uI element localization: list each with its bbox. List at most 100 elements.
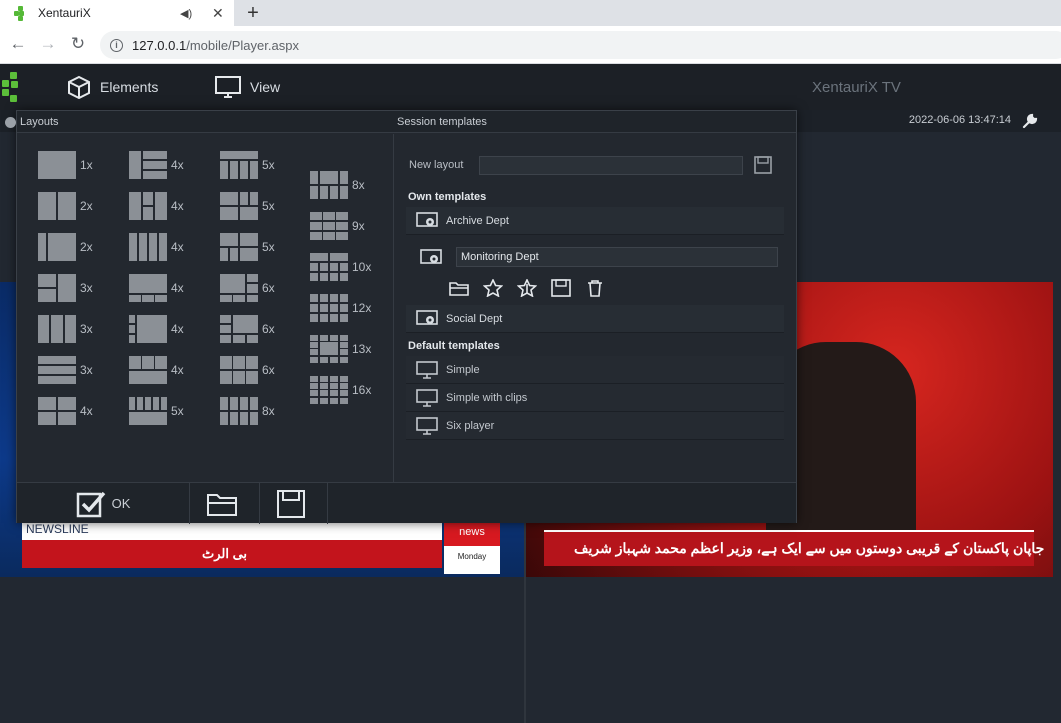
star-icon[interactable] — [476, 279, 510, 297]
layout-label: 2x — [80, 240, 93, 254]
url-host: 127.0.0.1 — [132, 37, 187, 53]
new-tab-button[interactable]: + — [243, 2, 263, 24]
forward-arrow-icon[interactable]: → — [38, 34, 58, 54]
layout-1x-icon — [38, 151, 76, 179]
layout-4x-icon — [129, 192, 167, 220]
layout-3x-icon — [38, 315, 76, 343]
layout-10x[interactable]: 10x — [310, 253, 371, 281]
layout-4x-e[interactable]: 4x — [129, 274, 184, 302]
layout-12x-icon — [310, 294, 348, 322]
layout-5x-c[interactable]: 5x — [220, 192, 275, 220]
layout-label: 8x — [262, 404, 275, 418]
app-favicon-icon — [14, 6, 28, 21]
layout-16x[interactable]: 16x — [310, 376, 371, 404]
layout-label: 5x — [262, 158, 275, 172]
elements-menu[interactable]: Elements — [66, 74, 158, 100]
layout-6x-b[interactable]: 6x — [220, 315, 275, 343]
layout-8x-b[interactable]: 8x — [310, 171, 365, 199]
layout-6x-a[interactable]: 6x — [220, 274, 275, 302]
layout-4x-icon — [129, 356, 167, 384]
view-menu[interactable]: View — [214, 74, 280, 100]
layout-label: 4x — [171, 240, 184, 254]
save-icon — [276, 489, 305, 518]
save-icon[interactable] — [544, 279, 578, 297]
layout-3x-b[interactable]: 3x — [38, 315, 93, 343]
template-archive-dept[interactable]: Archive Dept — [406, 207, 784, 235]
template-label: Simple with clips — [446, 391, 528, 404]
back-arrow-icon[interactable]: ← — [8, 34, 28, 54]
open-folder-icon — [206, 493, 237, 516]
layout-label: 4x — [171, 281, 184, 295]
ticker-label: NEWSLINE — [26, 522, 89, 536]
layout-8x-a[interactable]: 8x — [220, 397, 275, 425]
layout-label: 5x — [262, 199, 275, 213]
close-icon[interactable]: ✕ — [212, 5, 226, 22]
speaker-icon[interactable]: ◀) — [180, 7, 194, 20]
layout-13x[interactable]: 13x — [310, 335, 371, 363]
layout-4x-d[interactable]: 4x — [129, 233, 184, 261]
open-folder-icon[interactable] — [442, 279, 476, 297]
layout-12x[interactable]: 12x — [310, 294, 371, 322]
layout-label: 4x — [171, 199, 184, 213]
layout-4x-c[interactable]: 4x — [129, 192, 184, 220]
open-layout-button[interactable] — [190, 483, 260, 524]
view-label: View — [250, 79, 281, 95]
layout-4x-icon — [129, 274, 167, 302]
datetime-display: 2022-06-06 13:47:14 — [908, 114, 1011, 126]
default-star-icon[interactable] — [510, 279, 544, 297]
template-social-dept[interactable]: Social Dept — [406, 305, 784, 333]
layout-6x-c[interactable]: 6x — [220, 356, 275, 384]
monitor-icon — [215, 76, 241, 98]
layout-4x-a[interactable]: 4x — [38, 397, 93, 425]
template-label: Simple — [446, 363, 480, 376]
layout-4x-f[interactable]: 4x — [129, 315, 184, 343]
layout-3x-icon — [38, 356, 76, 384]
layout-3x-c[interactable]: 3x — [38, 356, 93, 384]
layout-1x[interactable]: 1x — [38, 151, 93, 179]
layout-label: 1x — [80, 158, 93, 172]
layout-label: 4x — [171, 363, 184, 377]
layout-5x-d[interactable]: 5x — [220, 233, 275, 261]
url-bar[interactable]: i 127.0.0.1/mobile/Player.aspx — [100, 31, 1061, 59]
layout-2x-icon — [38, 192, 76, 220]
own-templates-title: Own templates — [408, 191, 487, 203]
channel-day: Monday — [457, 552, 487, 561]
save-layout-button[interactable] — [260, 483, 328, 524]
wrench-icon[interactable] — [1021, 112, 1039, 130]
template-simple-with-clips[interactable]: Simple with clips — [406, 384, 784, 412]
layout-3x-a[interactable]: 3x — [38, 274, 93, 302]
trash-icon[interactable] — [578, 279, 612, 297]
browser-tab[interactable]: XentauriX ◀) ✕ — [0, 0, 234, 26]
layout-5x-a[interactable]: 5x — [129, 397, 184, 425]
monitor-icon — [416, 360, 438, 379]
layout-4x-icon — [129, 233, 167, 261]
layout-9x[interactable]: 9x — [310, 212, 365, 240]
layout-dialog: Layouts Session templates 1x 2x 2x 3x 3x… — [5, 110, 797, 524]
layout-label: 2x — [80, 199, 93, 213]
layout-label: 6x — [262, 322, 275, 336]
template-simple[interactable]: Simple — [406, 356, 784, 384]
layout-4x-b[interactable]: 4x — [129, 151, 184, 179]
reload-icon[interactable]: ↻ — [68, 34, 88, 54]
template-label: Six player — [446, 419, 495, 432]
layout-label: 12x — [352, 301, 372, 315]
layout-2x-wide[interactable]: 2x — [38, 233, 93, 261]
new-layout-input[interactable] — [479, 156, 743, 175]
tab-title: XentauriX — [38, 6, 91, 20]
info-icon[interactable]: i — [110, 38, 123, 52]
save-icon[interactable] — [754, 156, 772, 174]
layouts-panel: 1x 2x 2x 3x 3x 3x 4x 4x 4x 4x 4x 4x 4x 5… — [17, 134, 394, 482]
layout-5x-b[interactable]: 5x — [220, 151, 275, 179]
layout-4x-icon — [129, 315, 167, 343]
layout-10x-icon — [310, 253, 348, 281]
layout-label: 5x — [262, 240, 275, 254]
layouts-radio-icon[interactable] — [5, 116, 16, 128]
layout-4x-g[interactable]: 4x — [129, 356, 184, 384]
layout-5x-icon — [220, 192, 258, 220]
app-header: Elements View XentauriX TV — [0, 64, 1061, 110]
template-name-input[interactable]: Monitoring Dept — [456, 247, 778, 267]
layout-2x-vertical[interactable]: 2x — [38, 192, 93, 220]
template-six-player[interactable]: Six player — [406, 412, 784, 440]
ok-button[interactable]: OK — [17, 483, 190, 524]
layout-label: 4x — [171, 158, 184, 172]
